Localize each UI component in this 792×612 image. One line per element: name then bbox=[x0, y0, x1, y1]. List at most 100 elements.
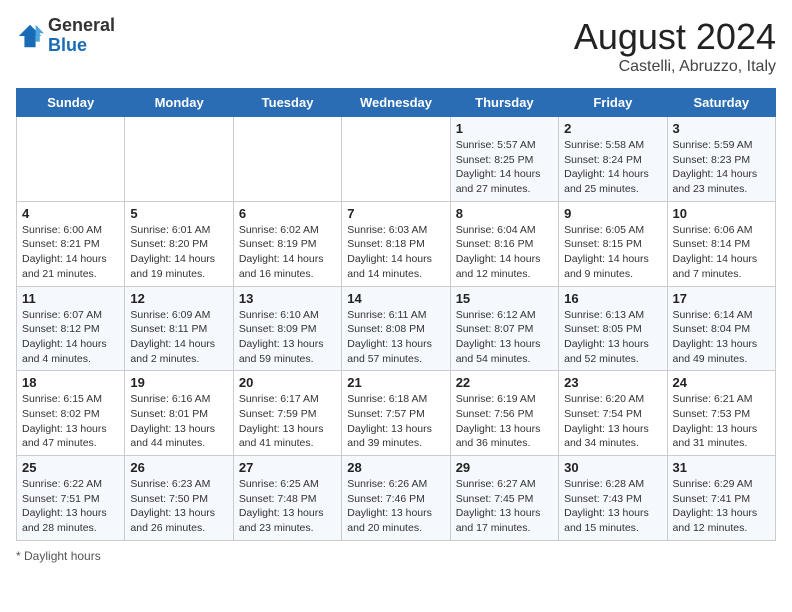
day-number: 26 bbox=[130, 460, 227, 475]
calendar-cell: 27 Sunrise: 6:25 AMSunset: 7:48 PMDayligh… bbox=[233, 456, 341, 541]
calendar-cell: 3Sunrise: 5:59 AMSunset: 8:23 PMDaylight… bbox=[667, 117, 775, 202]
day-info: Sunrise: 6:20 AMSunset: 7:54 PMDaylight:… bbox=[564, 392, 661, 451]
day-info: Sunrise: 6:13 AMSunset: 8:05 PMDaylight:… bbox=[564, 308, 661, 367]
calendar-subtitle: Castelli, Abruzzo, Italy bbox=[574, 58, 776, 76]
day-number: 19 bbox=[130, 375, 227, 390]
day-info: Sunrise: 6:00 AMSunset: 8:21 PMDaylight:… bbox=[22, 223, 119, 282]
day-info: Sunrise: 6:05 AMSunset: 8:15 PMDaylight:… bbox=[564, 223, 661, 282]
day-header-tuesday: Tuesday bbox=[233, 89, 341, 117]
calendar-cell bbox=[233, 117, 341, 202]
day-number: 24 bbox=[673, 375, 770, 390]
day-number: 17 bbox=[673, 291, 770, 306]
day-info: Sunrise: 6:27 AMSunset: 7:45 PMDaylight:… bbox=[456, 477, 553, 536]
calendar-cell: 16 Sunrise: 6:13 AMSunset: 8:05 PMDayligh… bbox=[559, 286, 667, 371]
footer-note: * Daylight hours bbox=[16, 549, 776, 563]
day-info: Sunrise: 5:57 AMSunset: 8:25 PMDaylight:… bbox=[456, 138, 553, 197]
calendar-cell: 6 Sunrise: 6:02 AMSunset: 8:19 PMDaylight… bbox=[233, 201, 341, 286]
day-header-sunday: Sunday bbox=[17, 89, 125, 117]
day-number: 14 bbox=[347, 291, 444, 306]
week-row-4: 18 Sunrise: 6:15 AMSunset: 8:02 PMDayligh… bbox=[17, 371, 776, 456]
calendar-cell: 26Sunrise: 6:23 AMSunset: 7:50 PMDayligh… bbox=[125, 456, 233, 541]
day-number: 6 bbox=[239, 206, 336, 221]
calendar-cell: 20 Sunrise: 6:17 AMSunset: 7:59 PMDayligh… bbox=[233, 371, 341, 456]
day-number: 11 bbox=[22, 291, 119, 306]
day-number: 10 bbox=[673, 206, 770, 221]
day-number: 18 bbox=[22, 375, 119, 390]
day-info: Sunrise: 6:07 AMSunset: 8:12 PMDaylight:… bbox=[22, 308, 119, 367]
calendar-cell: 31Sunrise: 6:29 AMSunset: 7:41 PMDayligh… bbox=[667, 456, 775, 541]
day-number: 28 bbox=[347, 460, 444, 475]
day-info: Sunrise: 6:01 AMSunset: 8:20 PMDaylight:… bbox=[130, 223, 227, 282]
calendar-cell: 14 Sunrise: 6:11 AMSunset: 8:08 PMDayligh… bbox=[342, 286, 450, 371]
day-number: 4 bbox=[22, 206, 119, 221]
day-info: Sunrise: 6:17 AMSunset: 7:59 PMDaylight:… bbox=[239, 392, 336, 451]
calendar-cell: 15 Sunrise: 6:12 AMSunset: 8:07 PMDayligh… bbox=[450, 286, 558, 371]
calendar-cell: 1 Sunrise: 5:57 AMSunset: 8:25 PMDaylight… bbox=[450, 117, 558, 202]
day-number: 8 bbox=[456, 206, 553, 221]
day-number: 30 bbox=[564, 460, 661, 475]
day-header-wednesday: Wednesday bbox=[342, 89, 450, 117]
calendar-table: SundayMondayTuesdayWednesdayThursdayFrid… bbox=[16, 88, 776, 541]
calendar-cell: 11 Sunrise: 6:07 AMSunset: 8:12 PMDayligh… bbox=[17, 286, 125, 371]
day-number: 5 bbox=[130, 206, 227, 221]
calendar-cell: 22 Sunrise: 6:19 AMSunset: 7:56 PMDayligh… bbox=[450, 371, 558, 456]
week-row-3: 11 Sunrise: 6:07 AMSunset: 8:12 PMDayligh… bbox=[17, 286, 776, 371]
day-number: 27 bbox=[239, 460, 336, 475]
calendar-cell: 18 Sunrise: 6:15 AMSunset: 8:02 PMDayligh… bbox=[17, 371, 125, 456]
calendar-cell: 4 Sunrise: 6:00 AMSunset: 8:21 PMDaylight… bbox=[17, 201, 125, 286]
day-info: Sunrise: 6:11 AMSunset: 8:08 PMDaylight:… bbox=[347, 308, 444, 367]
day-info: Sunrise: 5:58 AMSunset: 8:24 PMDaylight:… bbox=[564, 138, 661, 197]
day-header-saturday: Saturday bbox=[667, 89, 775, 117]
logo-icon bbox=[16, 22, 44, 50]
day-header-monday: Monday bbox=[125, 89, 233, 117]
day-info: Sunrise: 6:06 AMSunset: 8:14 PMDaylight:… bbox=[673, 223, 770, 282]
calendar-cell: 30 Sunrise: 6:28 AMSunset: 7:43 PMDayligh… bbox=[559, 456, 667, 541]
day-number: 23 bbox=[564, 375, 661, 390]
day-info: Sunrise: 6:19 AMSunset: 7:56 PMDaylight:… bbox=[456, 392, 553, 451]
day-info: Sunrise: 6:21 AMSunset: 7:53 PMDaylight:… bbox=[673, 392, 770, 451]
day-info: Sunrise: 6:03 AMSunset: 8:18 PMDaylight:… bbox=[347, 223, 444, 282]
day-number: 13 bbox=[239, 291, 336, 306]
day-number: 16 bbox=[564, 291, 661, 306]
title-area: August 2024 Castelli, Abruzzo, Italy bbox=[574, 16, 776, 76]
day-info: Sunrise: 6:15 AMSunset: 8:02 PMDaylight:… bbox=[22, 392, 119, 451]
day-info: Sunrise: 6:28 AMSunset: 7:43 PMDaylight:… bbox=[564, 477, 661, 536]
calendar-cell: 9 Sunrise: 6:05 AMSunset: 8:15 PMDaylight… bbox=[559, 201, 667, 286]
calendar-cell bbox=[342, 117, 450, 202]
day-info: Sunrise: 6:22 AMSunset: 7:51 PMDaylight:… bbox=[22, 477, 119, 536]
calendar-cell: 7Sunrise: 6:03 AMSunset: 8:18 PMDaylight… bbox=[342, 201, 450, 286]
calendar-title: August 2024 bbox=[574, 16, 776, 58]
calendar-cell: 2 Sunrise: 5:58 AMSunset: 8:24 PMDaylight… bbox=[559, 117, 667, 202]
calendar-cell: 12 Sunrise: 6:09 AMSunset: 8:11 PMDayligh… bbox=[125, 286, 233, 371]
day-number: 1 bbox=[456, 121, 553, 136]
week-row-2: 4 Sunrise: 6:00 AMSunset: 8:21 PMDaylight… bbox=[17, 201, 776, 286]
calendar-cell: 24 Sunrise: 6:21 AMSunset: 7:53 PMDayligh… bbox=[667, 371, 775, 456]
day-number: 20 bbox=[239, 375, 336, 390]
calendar-cell: 29 Sunrise: 6:27 AMSunset: 7:45 PMDayligh… bbox=[450, 456, 558, 541]
day-number: 12 bbox=[130, 291, 227, 306]
day-info: Sunrise: 6:12 AMSunset: 8:07 PMDaylight:… bbox=[456, 308, 553, 367]
day-info: Sunrise: 6:25 AMSunset: 7:48 PMDaylight:… bbox=[239, 477, 336, 536]
calendar-cell: 8 Sunrise: 6:04 AMSunset: 8:16 PMDaylight… bbox=[450, 201, 558, 286]
day-info: Sunrise: 6:26 AMSunset: 7:46 PMDaylight:… bbox=[347, 477, 444, 536]
day-info: Sunrise: 6:02 AMSunset: 8:19 PMDaylight:… bbox=[239, 223, 336, 282]
day-number: 9 bbox=[564, 206, 661, 221]
week-row-1: 1 Sunrise: 5:57 AMSunset: 8:25 PMDaylight… bbox=[17, 117, 776, 202]
calendar-cell: 19 Sunrise: 6:16 AMSunset: 8:01 PMDayligh… bbox=[125, 371, 233, 456]
day-number: 29 bbox=[456, 460, 553, 475]
day-info: Sunrise: 6:16 AMSunset: 8:01 PMDaylight:… bbox=[130, 392, 227, 451]
logo-blue-text: Blue bbox=[48, 35, 87, 55]
calendar-cell: 28 Sunrise: 6:26 AMSunset: 7:46 PMDayligh… bbox=[342, 456, 450, 541]
day-number: 2 bbox=[564, 121, 661, 136]
day-info: Sunrise: 6:04 AMSunset: 8:16 PMDaylight:… bbox=[456, 223, 553, 282]
calendar-cell bbox=[17, 117, 125, 202]
logo: General Blue bbox=[16, 16, 115, 56]
calendar-cell: 5 Sunrise: 6:01 AMSunset: 8:20 PMDaylight… bbox=[125, 201, 233, 286]
calendar-cell: 23 Sunrise: 6:20 AMSunset: 7:54 PMDayligh… bbox=[559, 371, 667, 456]
day-info: Sunrise: 6:09 AMSunset: 8:11 PMDaylight:… bbox=[130, 308, 227, 367]
calendar-cell: 21Sunrise: 6:18 AMSunset: 7:57 PMDayligh… bbox=[342, 371, 450, 456]
day-number: 15 bbox=[456, 291, 553, 306]
day-info: Sunrise: 6:14 AMSunset: 8:04 PMDaylight:… bbox=[673, 308, 770, 367]
day-number: 22 bbox=[456, 375, 553, 390]
week-row-5: 25Sunrise: 6:22 AMSunset: 7:51 PMDayligh… bbox=[17, 456, 776, 541]
